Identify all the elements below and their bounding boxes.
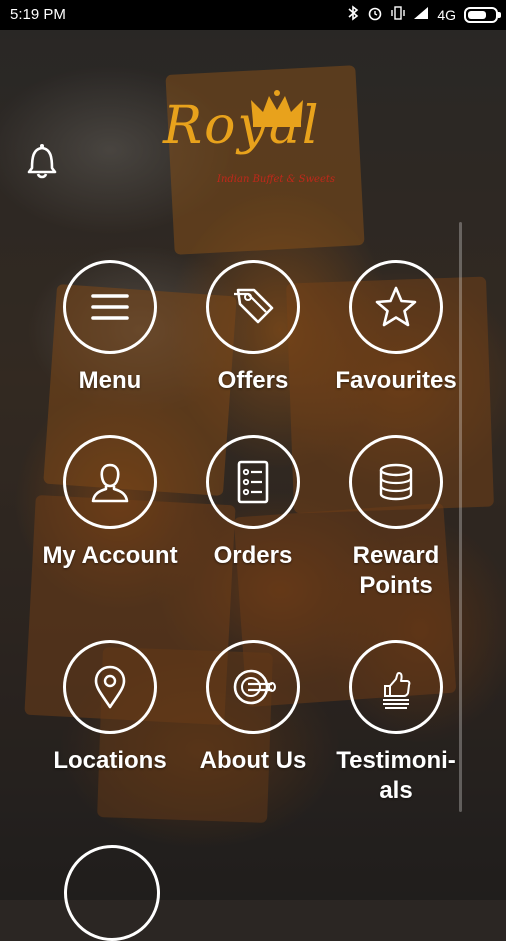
my-account-label: My Account xyxy=(42,542,178,569)
orders-tile[interactable]: Orders xyxy=(178,435,328,571)
favourites-tile[interactable]: Favourites xyxy=(321,260,471,396)
price-tag-icon xyxy=(234,288,274,324)
about-us-label: About Us xyxy=(199,747,307,774)
about-us-tile[interactable]: About Us xyxy=(178,640,328,776)
signal-icon xyxy=(413,6,429,24)
checklist-icon xyxy=(237,460,269,504)
battery-icon xyxy=(464,7,501,23)
network-type: 4G xyxy=(437,7,456,23)
status-time: 5:19 PM xyxy=(10,6,66,23)
offers-label: Offers xyxy=(217,367,289,394)
menu-label: Menu xyxy=(78,367,142,394)
bluetooth-icon xyxy=(347,5,359,25)
reward-points-label: Reward Points xyxy=(352,542,440,599)
plate-cutlery-icon xyxy=(233,669,276,705)
coin-stack-icon xyxy=(379,463,413,501)
locations-label: Locations xyxy=(53,747,167,774)
star-icon xyxy=(375,286,417,327)
testimonials-label: Testimoni-als xyxy=(336,747,456,804)
scrollbar[interactable] xyxy=(459,222,462,812)
offers-tile[interactable]: Offers xyxy=(178,260,328,396)
locations-tile[interactable]: Locations xyxy=(35,640,185,776)
notification-bell-icon[interactable] xyxy=(24,140,60,180)
alarm-icon xyxy=(367,5,383,25)
brand-tagline: Indian Buffet & Sweets xyxy=(217,174,336,185)
testimonials-tile[interactable]: Testimoni-als xyxy=(321,640,471,806)
thumbs-up-review-icon xyxy=(383,672,411,709)
reward-points-tile[interactable]: Reward Points xyxy=(321,435,471,601)
user-silhouette-icon xyxy=(91,463,129,503)
brand-logo: Royal Indian Buffet & Sweets xyxy=(155,88,365,198)
next-tile-partial[interactable] xyxy=(64,845,160,941)
menu-tile[interactable]: Menu xyxy=(35,260,185,396)
vibrate-icon xyxy=(391,5,406,25)
my-account-tile[interactable]: My Account xyxy=(35,435,185,571)
menu-lines-icon xyxy=(91,294,129,320)
map-pin-icon xyxy=(94,665,126,709)
brand-name: Royal xyxy=(163,96,321,156)
favourites-label: Favourites xyxy=(335,367,457,394)
status-bar: 5:19 PM 4G xyxy=(0,0,506,30)
orders-label: Orders xyxy=(213,542,293,569)
